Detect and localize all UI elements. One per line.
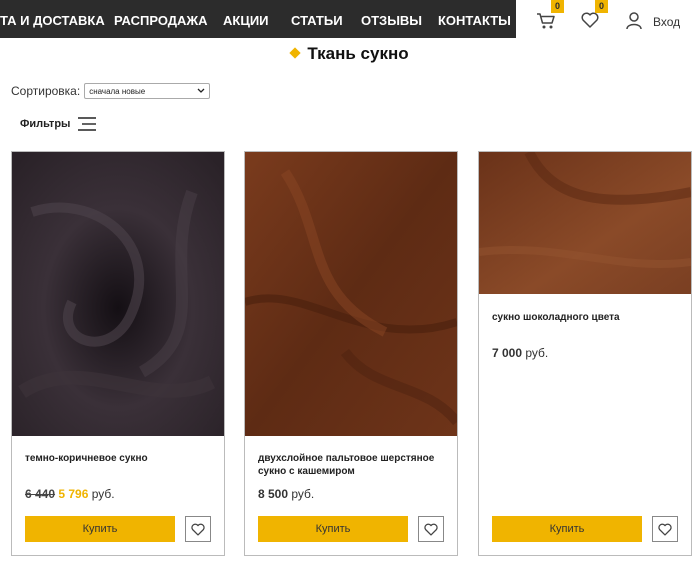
product-image[interactable] — [12, 152, 224, 436]
currency: руб. — [525, 346, 549, 360]
nav-item-contacts[interactable]: Контакты — [438, 13, 511, 28]
buy-button[interactable]: Купить — [492, 516, 642, 542]
sort-selected-value: сначала новые — [89, 86, 146, 96]
sort-select[interactable]: сначала новые — [84, 83, 211, 99]
nav-item-sale[interactable]: Распродажа — [114, 13, 208, 28]
sort-label: Сортировка: — [11, 84, 81, 98]
heart-icon — [581, 12, 599, 28]
add-to-wishlist-button[interactable] — [185, 516, 211, 542]
product-card[interactable]: двухслойное пальтовое шерстяное сукно с … — [244, 151, 458, 556]
product-image[interactable] — [245, 152, 457, 436]
login-button[interactable] — [626, 12, 642, 35]
heart-icon — [191, 523, 205, 536]
diamond-icon — [289, 47, 302, 59]
nav-item-articles[interactable]: Статьи — [291, 13, 343, 28]
old-price: 6 440 — [25, 487, 56, 501]
sort-control: Сортировка: сначала новые — [11, 83, 211, 99]
header-actions: 0 0 Вход — [516, 0, 700, 38]
menu-icon — [78, 117, 97, 131]
top-nav: та и доставка Распродажа Акции Статьи От… — [0, 0, 516, 38]
wishlist-count-badge: 0 — [595, 0, 608, 13]
product-title[interactable]: темно-коричневое сукно — [25, 452, 220, 465]
user-icon — [626, 12, 642, 30]
currency: руб. — [291, 487, 315, 501]
product-price: 6 440 5 796 руб. — [25, 487, 115, 501]
nav-item-delivery[interactable]: та и доставка — [0, 13, 105, 28]
filters-label: Фильтры — [20, 118, 71, 130]
price: 8 500 — [258, 487, 289, 501]
product-image[interactable] — [479, 152, 691, 294]
product-title[interactable]: сукно шоколадного цвета — [492, 311, 687, 324]
product-price: 8 500 руб. — [258, 487, 314, 501]
cart-count-badge: 0 — [551, 0, 564, 13]
buy-button[interactable]: Купить — [258, 516, 408, 542]
cart-button[interactable] — [536, 12, 556, 35]
add-to-wishlist-button[interactable] — [652, 516, 678, 542]
add-to-wishlist-button[interactable] — [418, 516, 444, 542]
filters-toggle[interactable]: Фильтры — [20, 117, 97, 131]
product-price: 7 000 руб. — [492, 346, 548, 360]
page-title: Ткань сукно — [0, 44, 700, 64]
heart-icon — [658, 523, 672, 536]
sale-price: 5 796 — [58, 487, 89, 501]
product-card[interactable]: темно-коричневое сукно 6 440 5 796 руб. … — [11, 151, 225, 556]
heart-icon — [424, 523, 438, 536]
login-label[interactable]: Вход — [653, 15, 680, 29]
product-card[interactable]: сукно шоколадного цвета 7 000 руб. Купит… — [478, 151, 692, 556]
chevron-down-icon — [197, 88, 205, 93]
cart-icon — [537, 13, 555, 29]
nav-item-promotions[interactable]: Акции — [223, 13, 269, 28]
price: 7 000 — [492, 346, 523, 360]
currency: руб. — [91, 487, 115, 501]
product-title[interactable]: двухслойное пальтовое шерстяное сукно с … — [258, 452, 453, 478]
nav-item-reviews[interactable]: Отзывы — [361, 13, 422, 28]
page-title-text: Ткань сукно — [307, 44, 409, 63]
buy-button[interactable]: Купить — [25, 516, 175, 542]
wishlist-button[interactable] — [581, 12, 599, 33]
